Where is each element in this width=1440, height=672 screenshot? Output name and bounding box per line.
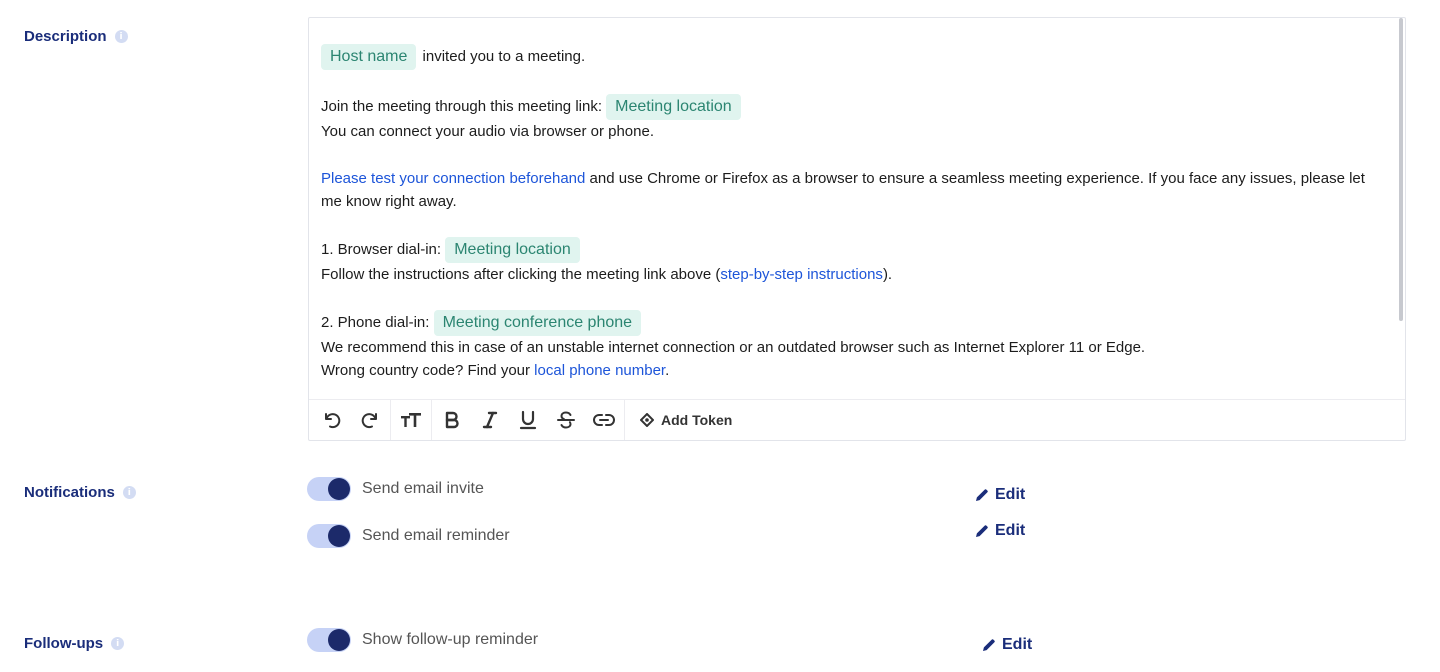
editor-text: Wrong country code? Find your bbox=[321, 362, 535, 379]
followups-label-group: Follow-ups i bbox=[24, 635, 125, 652]
toolbar-divider bbox=[431, 400, 432, 440]
underline-icon[interactable] bbox=[509, 400, 547, 440]
editor-text: 2. Phone dial-in: bbox=[321, 313, 430, 331]
diamond-icon bbox=[640, 413, 654, 427]
toggle-knob bbox=[328, 525, 350, 547]
editor-text: Join the meeting through this meeting li… bbox=[321, 97, 602, 115]
add-token-button[interactable]: Add Token bbox=[626, 400, 746, 440]
toolbar-divider bbox=[624, 400, 625, 440]
editor-text: invited you to a meeting. bbox=[422, 47, 586, 65]
test-connection-link[interactable]: Please test your connection beforehand bbox=[321, 170, 585, 187]
description-label: Description bbox=[24, 28, 107, 45]
text-size-icon[interactable] bbox=[392, 400, 430, 440]
edit-label: Edit bbox=[995, 522, 1026, 539]
show-follow-up-reminder-row: Show follow-up reminder bbox=[307, 628, 538, 652]
token-host-name[interactable]: Host name bbox=[321, 44, 417, 70]
edit-reminder-button[interactable]: Edit bbox=[975, 522, 1025, 540]
send-email-reminder-row: Send email reminder bbox=[307, 524, 510, 548]
info-icon[interactable]: i bbox=[122, 486, 136, 499]
redo-icon[interactable] bbox=[351, 400, 389, 440]
toggle-label: Show follow-up reminder bbox=[362, 631, 539, 648]
toggle-knob bbox=[328, 478, 350, 500]
toolbar-divider bbox=[390, 400, 391, 440]
token-meeting-location[interactable]: Meeting location bbox=[445, 237, 580, 263]
editor-content[interactable]: Host name invited you to a meeting. Join… bbox=[309, 18, 1405, 401]
strikethrough-icon[interactable] bbox=[547, 400, 585, 440]
description-editor[interactable]: Host name invited you to a meeting. Join… bbox=[308, 17, 1406, 441]
step-by-step-link[interactable]: step-by-step instructions bbox=[720, 266, 883, 283]
editor-line: Join the meeting through this meeting li… bbox=[321, 94, 1381, 120]
editor-line: Follow the instructions after clicking t… bbox=[321, 263, 1381, 286]
link-icon[interactable] bbox=[585, 400, 623, 440]
editor-paragraph: Host name invited you to a meeting. bbox=[321, 44, 1381, 70]
followups-label: Follow-ups bbox=[24, 635, 104, 652]
editor-text: 1. Browser dial-in: bbox=[321, 240, 442, 258]
send-email-invite-toggle[interactable] bbox=[307, 477, 351, 501]
undo-icon[interactable] bbox=[313, 400, 351, 440]
editor-scrollbar[interactable] bbox=[1399, 18, 1403, 321]
edit-label: Edit bbox=[1002, 636, 1033, 653]
editor-paragraph: Please test your connection beforehand a… bbox=[321, 167, 1381, 213]
add-token-label: Add Token bbox=[661, 412, 733, 428]
editor-paragraph: Join the meeting through this meeting li… bbox=[321, 94, 1381, 143]
pencil-icon bbox=[976, 489, 988, 501]
edit-invite-button[interactable]: Edit bbox=[975, 486, 1025, 504]
editor-text: Follow the instructions after clicking t… bbox=[321, 266, 721, 283]
notifications-label: Notifications bbox=[24, 484, 115, 501]
edit-follow-up-button[interactable]: Edit bbox=[982, 636, 1032, 654]
editor-line: 1. Browser dial-in: Meeting location bbox=[321, 237, 1381, 263]
editor-text: . bbox=[665, 362, 670, 379]
toggle-label: Send email reminder bbox=[362, 527, 510, 544]
toggle-knob bbox=[328, 629, 350, 651]
editor-line: 2. Phone dial-in: Meeting conference pho… bbox=[321, 310, 1381, 336]
toggle-label: Send email invite bbox=[362, 480, 484, 497]
editor-paragraph: 1. Browser dial-in: Meeting location Fol… bbox=[321, 237, 1381, 286]
description-label-group: Description i bbox=[24, 28, 128, 45]
bold-icon[interactable] bbox=[433, 400, 471, 440]
editor-toolbar: Add Token bbox=[309, 399, 1405, 440]
edit-label: Edit bbox=[995, 486, 1026, 503]
editor-text: We recommend this in case of an unstable… bbox=[321, 339, 1146, 356]
editor-line: Wrong country code? Find your local phon… bbox=[321, 359, 1381, 382]
pencil-icon bbox=[976, 525, 988, 537]
editor-paragraph: 2. Phone dial-in: Meeting conference pho… bbox=[321, 310, 1381, 382]
info-icon[interactable]: i bbox=[114, 30, 128, 43]
token-meeting-location[interactable]: Meeting location bbox=[606, 94, 741, 120]
editor-text: ). bbox=[882, 266, 893, 283]
show-follow-up-reminder-toggle[interactable] bbox=[307, 628, 351, 652]
local-phone-number-link[interactable]: local phone number bbox=[534, 362, 665, 379]
send-email-reminder-toggle[interactable] bbox=[307, 524, 351, 548]
editor-text: You can connect your audio via browser o… bbox=[321, 123, 654, 140]
italic-icon[interactable] bbox=[471, 400, 509, 440]
notifications-label-group: Notifications i bbox=[24, 484, 136, 501]
send-email-invite-row: Send email invite bbox=[307, 477, 484, 501]
token-conference-phone[interactable]: Meeting conference phone bbox=[433, 310, 642, 336]
pencil-icon bbox=[983, 639, 995, 651]
info-icon[interactable]: i bbox=[111, 637, 125, 650]
